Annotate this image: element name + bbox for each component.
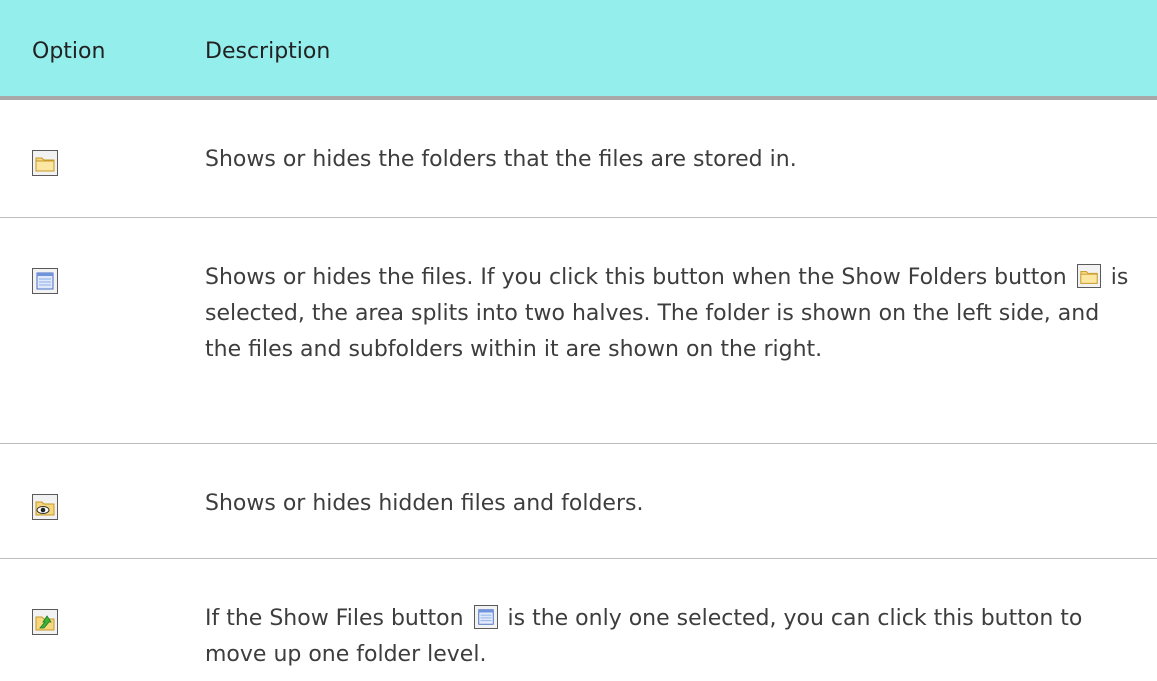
option-cell — [0, 218, 205, 443]
table-row: Shows or hides the folders that the file… — [0, 100, 1157, 218]
show-hidden-files-icon[interactable] — [32, 494, 58, 520]
table-row: Shows or hides hidden files and folders. — [0, 444, 1157, 559]
option-cell — [0, 444, 205, 558]
show-files-icon[interactable] — [32, 268, 58, 294]
table-row: Shows or hides the files. If you click t… — [0, 218, 1157, 444]
show-folders-icon — [1076, 264, 1101, 288]
show-files-icon — [473, 605, 498, 629]
header-description: Description — [205, 38, 331, 64]
option-cell — [0, 100, 205, 217]
up-one-level-icon[interactable] — [32, 609, 58, 635]
options-table: Option Description Shows or hides the fo… — [0, 0, 1157, 677]
table-header: Option Description — [0, 0, 1157, 100]
description-text: If the Show Files button — [205, 606, 471, 631]
description-cell: Shows or hides the files. If you click t… — [205, 218, 1157, 443]
description-cell: Shows or hides the folders that the file… — [205, 147, 797, 172]
table-row: If the Show Files button is the only one… — [0, 559, 1157, 677]
description-cell: If the Show Files button is the only one… — [205, 559, 1157, 677]
header-option: Option — [32, 38, 106, 64]
show-folders-icon[interactable] — [32, 150, 58, 176]
description-cell: Shows or hides hidden files and folders. — [205, 491, 644, 516]
description-text: Shows or hides the files. If you click t… — [205, 265, 1074, 290]
option-cell — [0, 559, 205, 677]
